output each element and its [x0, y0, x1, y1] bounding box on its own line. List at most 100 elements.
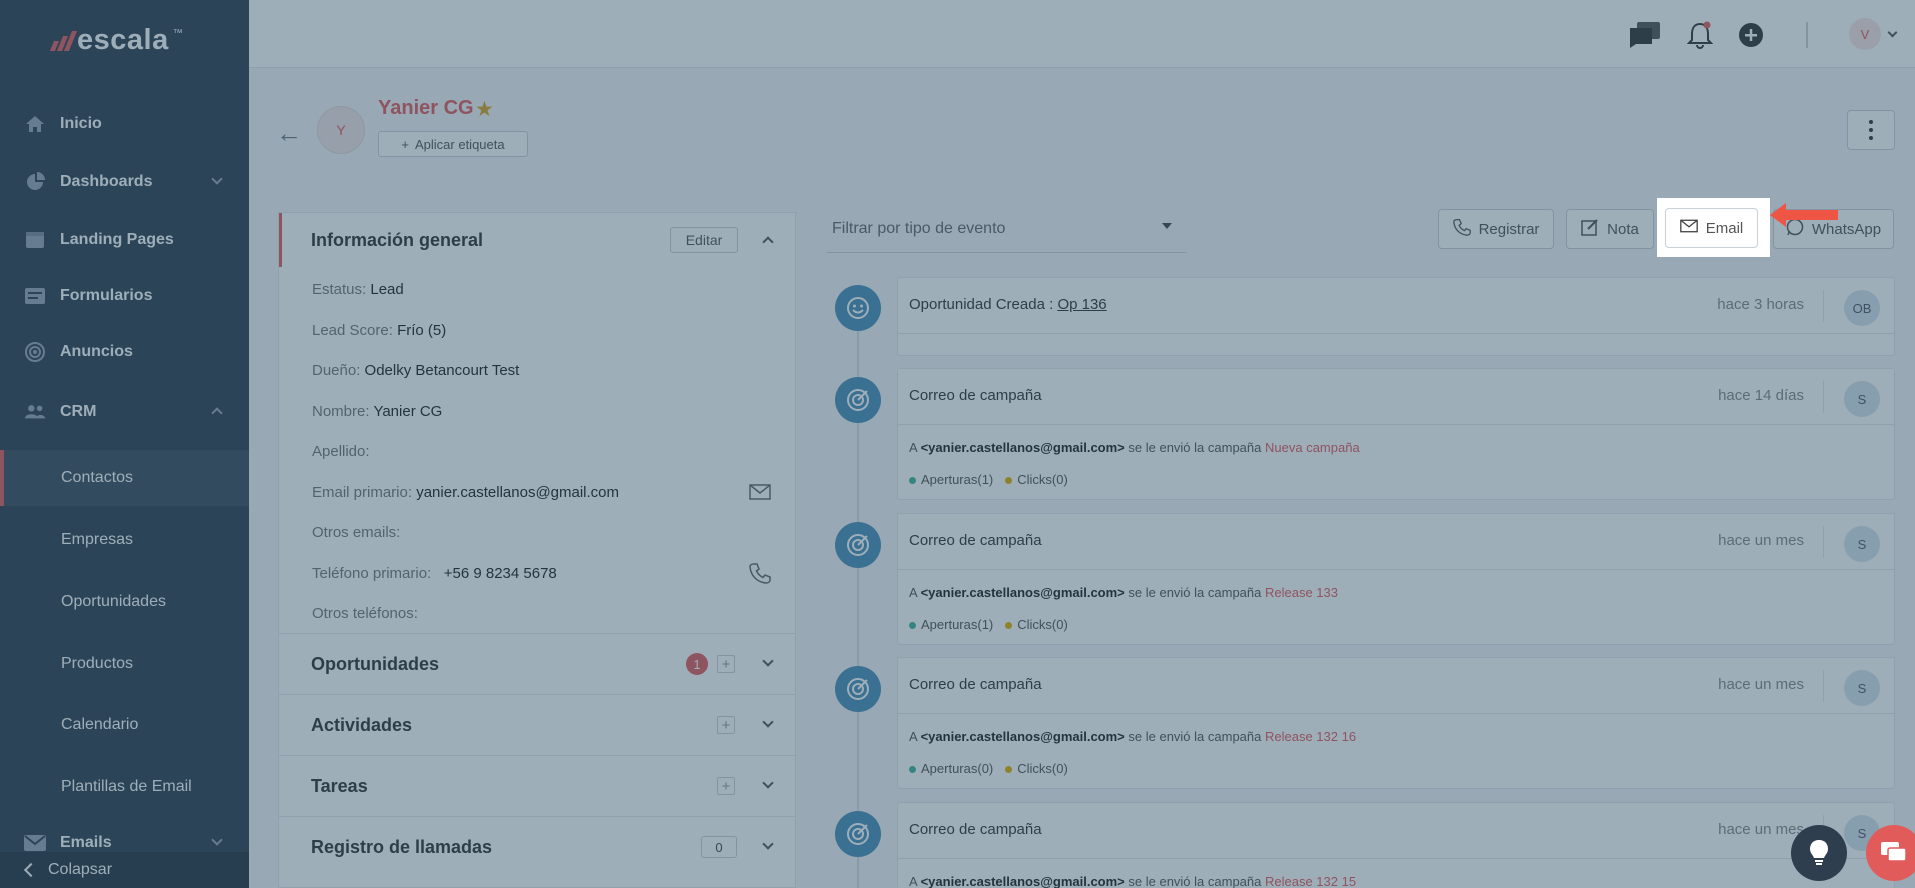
apply-tag-label: Aplicar etiqueta	[414, 136, 505, 152]
phone-icon[interactable]	[749, 562, 771, 589]
field-otros-telefonos: Otros teléfonos:	[312, 605, 418, 622]
user-avatar: S	[1844, 381, 1880, 417]
email-button[interactable]: Email	[1665, 208, 1758, 248]
chat-icon[interactable]	[1630, 20, 1660, 50]
card-divider	[1823, 526, 1824, 558]
sidebar-item-label: Inicio	[60, 115, 102, 132]
campaign-link[interactable]: Release 132 16	[1265, 729, 1356, 744]
chevron-down-icon[interactable]	[762, 655, 774, 667]
logo-text: escala	[77, 24, 169, 56]
field-nombre: Nombre: Yanier CG	[312, 403, 443, 420]
section-oportunidades[interactable]: Oportunidades 1 +	[279, 633, 795, 694]
event-type-filter[interactable]: Filtrar por tipo de evento	[826, 205, 1186, 253]
chevron-down-icon[interactable]	[762, 838, 774, 850]
star-icon[interactable]: ★	[475, 97, 494, 122]
add-oportunidad-icon[interactable]: +	[717, 655, 735, 673]
envelope-icon	[1679, 219, 1698, 237]
section-title: Actividades	[311, 714, 413, 735]
chevron-down-icon[interactable]	[762, 716, 774, 728]
card-title: Correo de campaña	[909, 532, 1042, 549]
form-icon	[24, 285, 46, 307]
field-otros-emails: Otros emails:	[312, 524, 401, 541]
campaign-link[interactable]: Nueva campaña	[1265, 440, 1360, 455]
card-title: Correo de campaña	[909, 821, 1042, 838]
user-avatar: S	[1844, 526, 1880, 562]
sidebar-subitem-contactos[interactable]: Contactos	[0, 450, 249, 506]
section-title: Registro de llamadas	[311, 836, 493, 857]
campaign-link[interactable]: Release 133	[1265, 585, 1338, 600]
field-telefono-primario: Teléfono primario: +56 9 8234 5678	[312, 565, 557, 582]
phone-icon	[1452, 218, 1471, 240]
sidebar-item-anuncios[interactable]: Anuncios	[0, 327, 249, 377]
card-title: Oportunidad Creada : Op 136	[909, 296, 1107, 313]
field-lead-score: Lead Score: Frío (5)	[312, 322, 447, 339]
card-header: Correo de campaña hace un mes S	[898, 514, 1894, 570]
section-registro-llamadas[interactable]: Registro de llamadas 0	[279, 816, 795, 877]
edit-button[interactable]: Editar	[670, 227, 738, 253]
sidebar-subitem-empresas[interactable]: Empresas	[0, 512, 249, 568]
field-estatus: Estatus: Lead	[312, 281, 404, 298]
target-icon	[24, 341, 46, 363]
sidebar-subitem-plantillas[interactable]: Plantillas de Email	[0, 759, 249, 815]
card-header: Correo de campaña hace 14 días S	[898, 369, 1894, 425]
section-title: Tareas	[311, 775, 368, 796]
chevron-down-icon	[211, 834, 223, 846]
card-time: hace un mes	[1718, 821, 1804, 838]
topbar	[249, 0, 1915, 68]
browser-icon	[24, 229, 46, 251]
sidebar-item-label: Dashboards	[60, 173, 153, 190]
sidebar-subitem-oportunidades[interactable]: Oportunidades	[0, 574, 249, 630]
back-arrow-icon[interactable]: ←	[276, 118, 302, 149]
sidebar-item-dashboards[interactable]: Dashboards	[0, 157, 249, 207]
card-header: Oportunidad Creada : Op 136 hace 3 horas…	[898, 278, 1894, 334]
collapse-sidebar-button[interactable]: Colapsar	[0, 852, 249, 888]
escala-logo[interactable]: escala ™	[49, 24, 183, 57]
collapse-label: Colapsar	[48, 861, 113, 878]
pie-chart-icon	[24, 171, 46, 193]
plus-icon: +	[401, 136, 409, 152]
sidebar-subitem-calendario[interactable]: Calendario	[0, 697, 249, 753]
section-actividades[interactable]: Actividades +	[279, 694, 795, 755]
sidebar-subitem-productos[interactable]: Productos	[0, 636, 249, 692]
sidebar-item-crm[interactable]: CRM	[0, 387, 249, 437]
sidebar-item-landing-pages[interactable]: Landing Pages	[0, 215, 249, 265]
timeline-card: Correo de campaña hace un mes S A <yanie…	[897, 802, 1895, 888]
nota-button[interactable]: Nota	[1566, 209, 1654, 249]
sidebar-item-inicio[interactable]: Inicio	[0, 99, 249, 149]
user-avatar: OB	[1844, 290, 1880, 326]
section-title: Oportunidades	[311, 653, 440, 674]
contact-name: Yanier CG	[378, 97, 474, 119]
opportunity-link[interactable]: Op 136	[1057, 296, 1106, 313]
apply-tag-button[interactable]: + Aplicar etiqueta	[378, 131, 528, 157]
section-tareas[interactable]: Tareas +	[279, 755, 795, 816]
field-email-primario: Email primario: yanier.castellanos@gmail…	[312, 484, 620, 501]
sidebar-item-label: Landing Pages	[60, 231, 174, 248]
lightbulb-help-button[interactable]	[1791, 825, 1847, 881]
campaign-link[interactable]: Release 132 15	[1265, 874, 1356, 888]
caret-down-icon	[1162, 223, 1172, 229]
add-actividad-icon[interactable]: +	[717, 716, 735, 734]
card-body: A <yanier.castellanos@gmail.com> se le e…	[909, 440, 1360, 455]
chevron-down-icon[interactable]	[762, 777, 774, 789]
card-stats: Aperturas(0) Clicks(0)	[909, 761, 1068, 776]
card-stats: Aperturas(1) Clicks(0)	[909, 472, 1068, 487]
notification-bell-icon[interactable]	[1685, 20, 1715, 50]
sidebar-item-label: Anuncios	[60, 343, 133, 360]
card-body: A <yanier.castellanos@gmail.com> se le e…	[909, 585, 1338, 600]
timeline-card: Correo de campaña hace un mes S A <yanie…	[897, 513, 1895, 645]
target-icon	[835, 377, 881, 423]
card-divider	[1823, 290, 1824, 322]
sidebar-item-formularios[interactable]: Formularios	[0, 271, 249, 321]
registrar-button[interactable]: Registrar	[1438, 209, 1554, 249]
more-options-button[interactable]	[1847, 110, 1895, 150]
chat-support-button[interactable]	[1866, 825, 1915, 881]
add-tarea-icon[interactable]: +	[717, 777, 735, 795]
envelope-icon[interactable]	[749, 484, 771, 505]
user-avatar[interactable]: V	[1849, 18, 1881, 50]
filter-placeholder: Filtrar por tipo de evento	[832, 219, 1006, 237]
card-body: A <yanier.castellanos@gmail.com> se le e…	[909, 729, 1357, 744]
card-time: hace un mes	[1718, 676, 1804, 693]
card-header: Correo de campaña hace un mes S	[898, 658, 1894, 714]
card-time: hace un mes	[1718, 532, 1804, 549]
add-circle-icon[interactable]	[1736, 20, 1766, 50]
